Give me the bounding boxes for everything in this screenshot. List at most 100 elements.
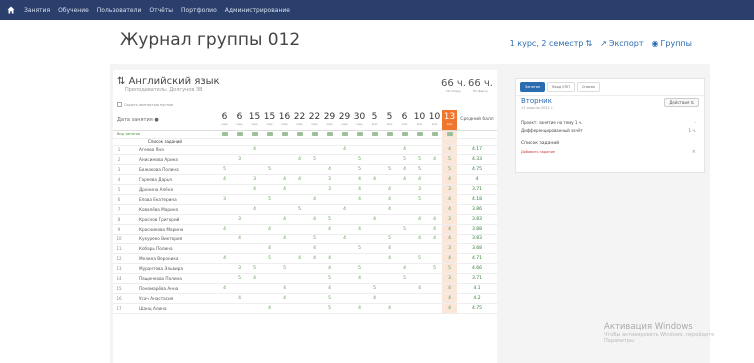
grade-cell[interactable]: 5 bbox=[382, 164, 397, 176]
grade-cell[interactable] bbox=[352, 214, 367, 225]
grade-cell[interactable]: 5 bbox=[442, 263, 457, 275]
date-column[interactable]: 15 мар bbox=[262, 110, 277, 131]
grade-cell[interactable] bbox=[397, 194, 412, 205]
student-name[interactable]: Гареева Дарья bbox=[125, 174, 217, 186]
date-column[interactable]: 13 апр bbox=[442, 110, 457, 131]
grade-cell[interactable]: 5 bbox=[352, 263, 367, 275]
grade-cell[interactable] bbox=[427, 164, 442, 176]
date-column[interactable]: 10 апр bbox=[427, 110, 442, 131]
grade-cell[interactable]: 5 bbox=[322, 293, 337, 304]
grade-cell[interactable]: 4 bbox=[442, 145, 457, 156]
grade-cell[interactable] bbox=[277, 243, 292, 255]
lesson-marker[interactable] bbox=[262, 130, 277, 139]
grade-cell[interactable]: 4 bbox=[292, 253, 307, 265]
grade-cell[interactable]: 4 bbox=[397, 174, 412, 186]
grade-cell[interactable]: 3 bbox=[442, 243, 457, 255]
grade-cell[interactable] bbox=[262, 234, 277, 245]
grade-cell[interactable] bbox=[412, 145, 427, 156]
lesson-marker[interactable] bbox=[337, 138, 352, 146]
lesson-marker[interactable] bbox=[277, 138, 292, 146]
grade-cell[interactable] bbox=[247, 253, 262, 265]
grade-cell[interactable] bbox=[292, 263, 307, 275]
grade-cell[interactable] bbox=[427, 145, 442, 156]
grade-cell[interactable] bbox=[337, 224, 352, 235]
grade-cell[interactable]: 5 bbox=[397, 224, 412, 235]
grade-cell[interactable] bbox=[277, 204, 292, 215]
grade-cell[interactable] bbox=[412, 243, 427, 255]
grade-cell[interactable] bbox=[337, 293, 352, 304]
grade-cell[interactable] bbox=[262, 145, 277, 156]
lesson-marker[interactable] bbox=[352, 130, 367, 139]
grade-cell[interactable]: 4 bbox=[427, 224, 442, 235]
grade-cell[interactable] bbox=[397, 303, 412, 314]
grade-cell[interactable] bbox=[292, 303, 307, 314]
grade-cell[interactable]: 4 bbox=[232, 293, 247, 304]
date-column[interactable]: 5 апр bbox=[382, 110, 397, 131]
tab-epp[interactable]: Вход ЕПП bbox=[547, 82, 575, 92]
grade-cell[interactable]: 3 bbox=[322, 184, 337, 195]
grade-cell[interactable]: 4 bbox=[247, 145, 262, 156]
grade-cell[interactable]: 4 bbox=[277, 234, 292, 245]
grade-cell[interactable] bbox=[427, 194, 442, 205]
date-column[interactable]: 6 мар bbox=[232, 110, 247, 131]
grade-cell[interactable]: 4 bbox=[352, 224, 367, 235]
grade-cell[interactable]: 4 bbox=[217, 174, 232, 186]
grade-cell[interactable] bbox=[262, 154, 277, 166]
date-column[interactable]: 22 мар bbox=[292, 110, 307, 131]
lesson-marker[interactable] bbox=[397, 138, 412, 146]
grade-cell[interactable] bbox=[427, 253, 442, 265]
grade-cell[interactable] bbox=[337, 184, 352, 195]
grade-cell[interactable]: 5 bbox=[397, 154, 412, 166]
lesson-marker[interactable] bbox=[427, 138, 442, 146]
tab-list[interactable]: Список bbox=[576, 82, 601, 92]
grade-cell[interactable] bbox=[277, 253, 292, 265]
lesson-marker[interactable] bbox=[262, 138, 277, 146]
grade-cell[interactable] bbox=[412, 204, 427, 215]
grade-cell[interactable]: 4 bbox=[277, 184, 292, 195]
grade-cell[interactable] bbox=[262, 263, 277, 275]
lesson-marker[interactable] bbox=[322, 138, 337, 146]
grade-cell[interactable]: 4 bbox=[352, 184, 367, 195]
grade-cell[interactable]: 4 bbox=[412, 214, 427, 225]
grade-cell[interactable] bbox=[412, 303, 427, 314]
grade-cell[interactable] bbox=[307, 204, 322, 215]
lesson-marker[interactable] bbox=[307, 130, 322, 139]
grade-cell[interactable] bbox=[367, 234, 382, 245]
grade-cell[interactable]: 4 bbox=[337, 145, 352, 156]
lesson-marker[interactable] bbox=[232, 138, 247, 146]
grade-cell[interactable] bbox=[307, 224, 322, 235]
grade-cell[interactable] bbox=[382, 174, 397, 186]
grade-cell[interactable] bbox=[397, 283, 412, 294]
grade-cell[interactable] bbox=[262, 204, 277, 215]
grade-cell[interactable] bbox=[367, 273, 382, 284]
grade-cell[interactable]: 3 bbox=[247, 174, 262, 186]
grade-cell[interactable] bbox=[307, 164, 322, 176]
grade-cell[interactable]: 3 bbox=[442, 184, 457, 195]
grade-cell[interactable] bbox=[337, 154, 352, 166]
course-selector[interactable]: 1 курс, 2 семестр ⇅ bbox=[510, 39, 593, 48]
grade-cell[interactable]: 4 bbox=[277, 214, 292, 225]
grade-cell[interactable] bbox=[232, 253, 247, 265]
grade-cell[interactable] bbox=[397, 234, 412, 245]
grade-cell[interactable] bbox=[262, 283, 277, 294]
grade-cell[interactable]: 4 bbox=[247, 184, 262, 195]
lesson-marker[interactable] bbox=[382, 138, 397, 146]
grade-cell[interactable] bbox=[322, 243, 337, 255]
grade-cell[interactable]: 5 bbox=[217, 164, 232, 176]
grade-cell[interactable]: 4 bbox=[217, 224, 232, 235]
grade-cell[interactable]: 4 bbox=[412, 234, 427, 245]
student-name[interactable]: Мурантова Эльвира bbox=[125, 263, 217, 275]
grade-cell[interactable] bbox=[307, 273, 322, 284]
grade-cell[interactable] bbox=[292, 243, 307, 255]
grade-cell[interactable]: 5 bbox=[307, 154, 322, 166]
grade-cell[interactable] bbox=[322, 204, 337, 215]
grade-cell[interactable] bbox=[217, 145, 232, 156]
grade-cell[interactable]: 3 bbox=[442, 214, 457, 225]
grade-cell[interactable]: 4 bbox=[382, 194, 397, 205]
grade-cell[interactable]: 4 bbox=[427, 154, 442, 166]
grade-cell[interactable] bbox=[337, 273, 352, 284]
grade-cell[interactable]: 4 bbox=[367, 214, 382, 225]
lesson-marker[interactable] bbox=[367, 138, 382, 146]
grade-cell[interactable]: 4 bbox=[397, 145, 412, 156]
grade-cell[interactable] bbox=[367, 243, 382, 255]
